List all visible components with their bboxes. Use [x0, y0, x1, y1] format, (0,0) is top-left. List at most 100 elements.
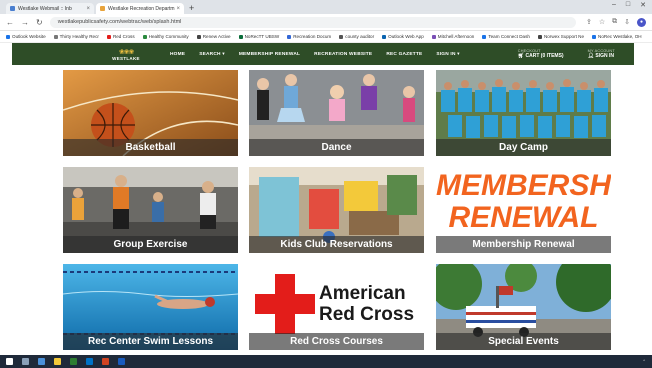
- url-input[interactable]: westlakepublicsafety.com/webtrac/web/spl…: [49, 16, 576, 28]
- nav-search[interactable]: SEARCH ▾: [199, 52, 225, 57]
- system-tray-icon[interactable]: ⌃: [642, 359, 646, 365]
- bookmark-item[interactable]: Healthy Community: [142, 34, 189, 39]
- close-icon[interactable]: ×: [86, 6, 90, 12]
- task-view-icon[interactable]: [38, 358, 45, 365]
- window-close-icon[interactable]: ✕: [640, 1, 646, 9]
- extensions-icon[interactable]: ⧉: [612, 18, 617, 26]
- powerpoint-icon[interactable]: [102, 358, 109, 365]
- signin-value: 👤︎ SIGN IN: [588, 53, 615, 59]
- bookmark-item[interactable]: Recreation Docum: [287, 34, 331, 39]
- logo-emblem-icon: ❀❀❀: [118, 48, 135, 56]
- minimize-icon[interactable]: –: [612, 1, 616, 9]
- bookmark-label: NoRec Westlake, OH: [598, 34, 642, 39]
- bookmark-item[interactable]: NoRecTT UBSW: [238, 34, 279, 39]
- back-icon[interactable]: ←: [6, 18, 14, 27]
- red-cross-icon: [255, 274, 315, 334]
- bookmark-icon: [142, 34, 147, 39]
- nav-membership-renewal[interactable]: MEMBERSHIP RENEWAL: [239, 52, 300, 57]
- tile-caption: Day Camp: [436, 139, 611, 156]
- bookmark-icon: [339, 34, 344, 39]
- cart-link[interactable]: CHECKOUT 🛒︎ CART (0 ITEMS): [518, 49, 564, 59]
- tile-basketball[interactable]: Basketball: [63, 70, 238, 156]
- bookmark-label: Outlook Website: [12, 34, 46, 39]
- chrome-icon[interactable]: [70, 358, 77, 365]
- bookmark-icon: [6, 34, 10, 39]
- browser-tab-recreation[interactable]: Westlake Recreation Departm ×: [96, 3, 184, 14]
- bookmark-icon: [196, 34, 201, 39]
- bookmark-label: Red Cross: [112, 34, 135, 39]
- bookmark-label: Outlook Web App: [388, 34, 424, 39]
- membership-banner-line2: RENEWAL: [448, 201, 599, 234]
- star-icon[interactable]: ☆: [599, 18, 605, 26]
- reload-icon[interactable]: ↻: [36, 18, 43, 27]
- membership-banner-line1: MEMBERSHIP: [436, 169, 611, 202]
- bookmark-item[interactable]: NoRec Westlake, OH: [592, 34, 642, 39]
- start-icon[interactable]: [6, 358, 13, 365]
- mail-icon: [10, 6, 15, 11]
- bookmark-icon: [287, 34, 292, 39]
- window-controls: – □ ✕: [612, 1, 646, 9]
- bookmark-item[interactable]: Thirty Healthy Recr: [53, 34, 99, 39]
- tile-swim-lessons[interactable]: Rec Center Swim Lessons: [63, 264, 238, 350]
- bookmark-item[interactable]: Outlook Web App: [382, 34, 424, 39]
- tile-caption: Rec Center Swim Lessons: [63, 333, 238, 350]
- nav-account-area: CHECKOUT 🛒︎ CART (0 ITEMS) MY ACCOUNT 👤︎…: [518, 49, 615, 59]
- browser-tab-bar: Westlake Webmail :: Inb × Westlake Recre…: [0, 0, 652, 14]
- file-explorer-icon[interactable]: [54, 358, 61, 365]
- bookmark-icon: [106, 34, 111, 39]
- tile-kids-club[interactable]: Kids Club Reservations: [249, 167, 424, 253]
- red-cross-logo-line1: American: [319, 283, 406, 304]
- logo-text: WESTLAKE: [112, 55, 140, 61]
- browser-tab-webmail[interactable]: Westlake Webmail :: Inb ×: [6, 3, 94, 14]
- nav-sign-in[interactable]: SIGN IN ▾: [436, 52, 459, 57]
- bookmark-icon: [238, 34, 243, 39]
- bookmark-item[interactable]: Red Cross: [106, 34, 135, 39]
- bookmark-item[interactable]: county auditor: [339, 34, 374, 39]
- bookmark-item[interactable]: Outlook Website: [6, 34, 46, 39]
- tile-group-exercise[interactable]: Group Exercise: [63, 167, 238, 253]
- bookmark-item[interactable]: Team Connect Dash: [482, 34, 530, 39]
- maximize-icon[interactable]: □: [626, 1, 630, 9]
- tile-day-camp[interactable]: Day Camp: [436, 70, 611, 156]
- tile-caption: Group Exercise: [63, 236, 238, 253]
- bookmark-label: Renew Active: [202, 34, 231, 39]
- toolbar-icons: ⇪ ☆ ⧉ ⇩ ●: [586, 17, 646, 27]
- share-icon[interactable]: ⇪: [586, 18, 592, 26]
- tile-caption: Basketball: [63, 139, 238, 156]
- bookmark-item[interactable]: Norwex Support Ne: [537, 34, 584, 39]
- nav-recreation-website[interactable]: RECREATION WEBSITE: [314, 52, 372, 57]
- bookmark-label: Recreation Docum: [293, 34, 332, 39]
- tile-dance[interactable]: Dance: [249, 70, 424, 156]
- profile-avatar[interactable]: ●: [637, 17, 646, 27]
- tab-label: Westlake Webmail :: Inb: [18, 5, 72, 12]
- url-text: westlakepublicsafety.com/webtrac/web/spl…: [57, 19, 182, 25]
- bookmark-icon: [537, 34, 542, 39]
- site-navbar: ❀❀❀ WESTLAKE HOME SEARCH ▾ MEMBERSHIP RE…: [12, 43, 634, 65]
- tile-membership-renewal[interactable]: MEMBERSHIP RENEWAL Membership Renewal: [436, 167, 611, 253]
- download-icon[interactable]: ⇩: [624, 18, 630, 26]
- bookmark-label: Thirty Healthy Recr: [59, 34, 99, 39]
- bookmark-label: Mitchell Afternoon: [437, 34, 475, 39]
- bookmark-item[interactable]: Mitchell Afternoon: [431, 34, 475, 39]
- bookmark-icon: [431, 34, 436, 39]
- nav-rec-gazette[interactable]: REC GAZETTE: [386, 52, 422, 57]
- outlook-icon[interactable]: [86, 358, 93, 365]
- forward-icon[interactable]: →: [21, 18, 29, 27]
- close-icon[interactable]: ×: [176, 6, 180, 12]
- search-icon[interactable]: [22, 358, 29, 365]
- bookmark-label: Team Connect Dash: [488, 34, 530, 39]
- os-taskbar: ⌃: [0, 355, 652, 368]
- activity-grid: Basketball Dance Day Camp Group Exercise…: [0, 65, 652, 355]
- tile-special-events[interactable]: Special Events: [436, 264, 611, 350]
- word-icon[interactable]: [118, 358, 125, 365]
- new-tab-icon[interactable]: +: [189, 3, 194, 14]
- cart-value: 🛒︎ CART (0 ITEMS): [518, 53, 564, 59]
- nav-home[interactable]: HOME: [170, 52, 185, 57]
- bookmark-icon: [53, 34, 58, 39]
- site-logo[interactable]: ❀❀❀ WESTLAKE: [96, 43, 156, 65]
- bookmark-item[interactable]: Renew Active: [196, 34, 231, 39]
- red-cross-logo-line2: Red Cross: [319, 304, 415, 325]
- account-link[interactable]: MY ACCOUNT 👤︎ SIGN IN: [588, 49, 615, 59]
- tile-red-cross[interactable]: American Red Cross Red Cross Courses: [249, 264, 424, 350]
- tile-caption: Dance: [249, 139, 424, 156]
